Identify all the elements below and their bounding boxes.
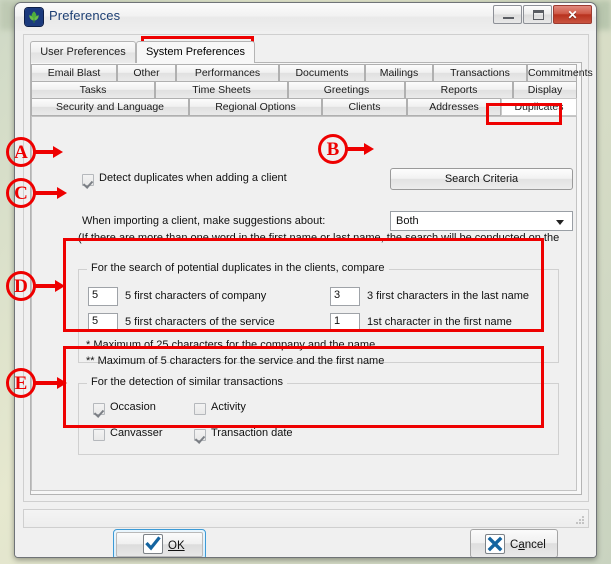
title-bar[interactable]: Preferences ✕: [15, 3, 596, 32]
status-bar: [23, 509, 589, 528]
transaction-checkbox-canvasser[interactable]: [93, 429, 105, 441]
annotation-marker-e: E: [6, 368, 36, 398]
maximize-icon: [533, 10, 544, 20]
ok-button[interactable]: OK: [113, 529, 206, 557]
level2-tab-documents[interactable]: Documents: [279, 64, 365, 82]
transaction-checkbox-label-3: Canvasser: [110, 427, 163, 439]
level1-tab-user-preferences[interactable]: User Preferences: [30, 41, 136, 63]
level2-tab-display[interactable]: Display: [513, 81, 577, 99]
level2-tab-time-sheets[interactable]: Time Sheets: [155, 81, 288, 99]
search-criteria-button[interactable]: Search Criteria: [390, 168, 573, 190]
level1-tab-system-preferences[interactable]: System Preferences: [136, 41, 255, 63]
level2-tab-row-2: Tasks Time Sheets Greetings Reports Display: [31, 81, 577, 99]
import-suggestions-value: Both: [396, 215, 419, 227]
level2-tab-tasks[interactable]: Tasks: [31, 81, 155, 99]
level2-tab-mailings[interactable]: Mailings: [365, 64, 433, 82]
window-title: Preferences: [49, 8, 121, 23]
level2-tab-reports[interactable]: Reports: [405, 81, 513, 99]
level2-tab-transactions[interactable]: Transactions: [433, 64, 527, 82]
detect-duplicates-checkbox[interactable]: [82, 174, 94, 186]
cancel-button[interactable]: Cancel: [470, 529, 558, 557]
annotation-arrow-a: [35, 146, 63, 158]
level2-tab-regional-options[interactable]: Regional Options: [189, 98, 322, 116]
checkmark-icon: [143, 534, 163, 554]
annotation-arrow-c: [35, 187, 67, 199]
annotation-marker-a: A: [6, 137, 36, 167]
transaction-checkbox-transaction-date[interactable]: [194, 429, 206, 441]
minimize-button[interactable]: [493, 5, 522, 24]
annotation-marker-d: D: [6, 271, 36, 301]
level2-tab-email-blast[interactable]: Email Blast: [31, 64, 117, 82]
minimize-icon: [503, 17, 514, 19]
close-icon: ✕: [567, 8, 578, 22]
level2-tab-clients[interactable]: Clients: [322, 98, 407, 116]
level2-tab-security-and-language[interactable]: Security and Language: [31, 98, 189, 116]
x-mark-icon: [485, 534, 505, 554]
import-suggestions-select[interactable]: Both: [390, 211, 573, 231]
level1-tabstrip: User Preferences System Preferences: [30, 41, 582, 63]
annotation-box-duplicates-tab: [486, 103, 562, 125]
annotation-marker-b: B: [318, 134, 348, 164]
level2-tab-greetings[interactable]: Greetings: [288, 81, 405, 99]
annotation-arrow-b: [347, 143, 375, 155]
cancel-label-ncel: ncel: [524, 539, 546, 551]
level2-tab-performances[interactable]: Performances: [176, 64, 279, 82]
level2-tab-row-1: Email Blast Other Performances Documents Mai…: [31, 64, 593, 82]
transaction-checkbox-label-4: Transaction date: [211, 427, 293, 439]
cancel-button-label: Cancel: [510, 539, 546, 551]
resize-grip-icon[interactable]: [575, 515, 585, 525]
annotation-box-clients-group: [63, 238, 544, 332]
chevron-down-icon: [556, 220, 564, 225]
ok-button-label: OK: [168, 540, 185, 552]
annotation-box-transactions-group: [63, 346, 544, 428]
close-button[interactable]: ✕: [553, 5, 592, 24]
level2-tab-other[interactable]: Other: [117, 64, 176, 82]
level2-tab-commitments[interactable]: Commitments: [527, 64, 593, 82]
import-suggestions-label: When importing a client, make suggestion…: [82, 215, 326, 227]
maximize-button[interactable]: [523, 5, 552, 24]
leaf-logo-icon: [25, 8, 43, 26]
annotation-arrow-d: [35, 280, 65, 292]
annotation-marker-c: C: [6, 178, 36, 208]
detect-duplicates-label: Detect duplicates when adding a client: [99, 172, 287, 184]
